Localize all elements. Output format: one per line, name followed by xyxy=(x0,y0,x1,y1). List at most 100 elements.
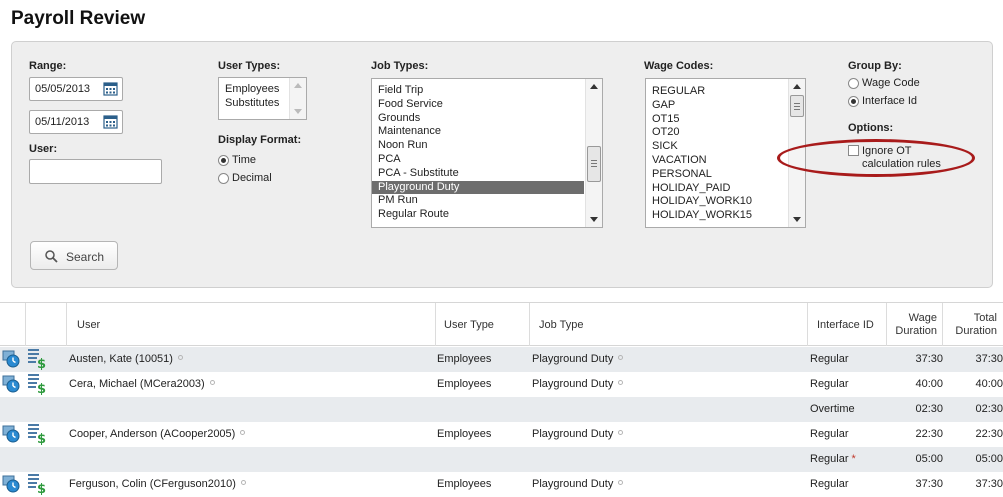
list-item[interactable]: Grounds xyxy=(372,112,584,126)
table-row[interactable]: $ Cera, Michael (MCera2003) Employees Playg… xyxy=(0,372,1003,397)
table-row[interactable]: Regular * 05:00 05:00 xyxy=(0,447,1003,472)
interface-id-text: Overtime xyxy=(810,403,855,415)
info-dot-icon[interactable] xyxy=(240,430,246,435)
interface-id-text: Regular xyxy=(810,378,849,390)
job-types-list[interactable]: Field Trip Food Service Grounds Maintena… xyxy=(371,78,603,228)
header-total-duration[interactable]: Total Duration xyxy=(943,303,1003,346)
list-item[interactable]: GAP xyxy=(646,99,787,113)
list-item[interactable]: PCA xyxy=(372,153,584,167)
payroll-dollar-icon[interactable]: $ xyxy=(27,373,47,395)
scroll-up-icon[interactable] xyxy=(294,83,302,88)
payroll-dollar-icon[interactable]: $ xyxy=(27,348,47,370)
header-job-type[interactable]: Job Type xyxy=(530,303,808,346)
calendar-icon[interactable] xyxy=(103,81,118,96)
cell-job-type: Playground Duty xyxy=(532,378,624,390)
cell-user[interactable]: Austen, Kate (10051) xyxy=(69,353,183,365)
scrollbar[interactable] xyxy=(585,79,602,227)
job-type-text: Playground Duty xyxy=(532,353,614,365)
cell-user-type: Employees xyxy=(437,478,492,490)
list-item[interactable]: OT15 xyxy=(646,113,787,127)
radio-icon[interactable] xyxy=(848,95,859,107)
info-dot-icon[interactable] xyxy=(209,380,215,385)
cell-user[interactable]: Cera, Michael (MCera2003) xyxy=(69,378,215,390)
payroll-dollar-icon[interactable]: $ xyxy=(27,473,47,495)
scroll-down-icon[interactable] xyxy=(590,217,598,222)
scroll-thumb[interactable] xyxy=(587,146,601,182)
scroll-down-icon[interactable] xyxy=(793,217,801,222)
list-item[interactable]: PCA - Substitute xyxy=(372,167,584,181)
header-wage-duration-line2: Duration xyxy=(895,324,937,337)
scroll-up-icon[interactable] xyxy=(590,84,598,89)
list-item[interactable]: PERSONAL xyxy=(646,168,787,182)
list-item[interactable]: Substitutes xyxy=(219,97,288,111)
radio-icon[interactable] xyxy=(218,172,229,184)
group-by-interface-id[interactable]: Interface Id xyxy=(848,95,917,107)
search-button[interactable]: Search xyxy=(30,241,118,270)
calendar-icon[interactable] xyxy=(103,114,118,129)
cell-user-type: Employees xyxy=(437,428,492,440)
cell-user[interactable]: Ferguson, Colin (CFerguson2010) xyxy=(69,478,246,490)
svg-text:$: $ xyxy=(37,357,46,370)
list-item[interactable]: Regular Route xyxy=(372,208,584,222)
range-label: Range: xyxy=(29,60,67,72)
list-item[interactable]: Noon Run xyxy=(372,139,584,153)
list-item[interactable]: SICK xyxy=(646,140,787,154)
info-dot-icon[interactable] xyxy=(177,355,183,360)
list-item[interactable]: HOLIDAY_WORK10 xyxy=(646,195,787,209)
radio-icon[interactable] xyxy=(218,154,229,166)
list-item[interactable]: HOLIDAY_PAID xyxy=(646,182,787,196)
job-type-text: Playground Duty xyxy=(532,378,614,390)
cell-total-duration: 37:30 xyxy=(975,478,1003,490)
user-name[interactable]: Austen, Kate (10051) xyxy=(69,353,173,365)
header-user-type[interactable]: User Type xyxy=(436,303,530,346)
end-date-input[interactable]: 05/11/2013 xyxy=(29,110,123,134)
list-item[interactable]: PM Run xyxy=(372,194,584,208)
list-item[interactable]: Field Trip xyxy=(372,84,584,98)
list-item[interactable]: VACATION xyxy=(646,154,787,168)
user-name[interactable]: Cooper, Anderson (ACooper2005) xyxy=(69,428,235,440)
timecard-clock-icon[interactable] xyxy=(2,350,21,369)
header-wage-duration[interactable]: Wage Duration xyxy=(887,303,943,346)
info-dot-icon[interactable] xyxy=(618,380,624,385)
user-label: User: xyxy=(29,143,58,155)
header-interface-id[interactable]: Interface ID xyxy=(808,303,887,346)
scroll-thumb[interactable] xyxy=(790,95,804,117)
scroll-up-icon[interactable] xyxy=(793,84,801,89)
display-format-decimal[interactable]: Decimal xyxy=(218,172,272,184)
header-user[interactable]: User xyxy=(67,303,436,346)
cell-total-duration: 40:00 xyxy=(975,378,1003,390)
timecard-clock-icon[interactable] xyxy=(2,375,21,394)
list-item[interactable]: Food Service xyxy=(372,98,584,112)
list-item[interactable]: Maintenance xyxy=(372,125,584,139)
table-row[interactable]: Overtime 02:30 02:30 xyxy=(0,397,1003,422)
table-row[interactable]: $ Cooper, Anderson (ACooper2005) Employees… xyxy=(0,422,1003,447)
cell-wage-duration: 05:00 xyxy=(915,453,943,465)
table-row[interactable]: $ Austen, Kate (10051) Employees Playground… xyxy=(0,347,1003,372)
list-item[interactable]: OT20 xyxy=(646,126,787,140)
cell-user[interactable]: Cooper, Anderson (ACooper2005) xyxy=(69,428,246,440)
scroll-down-icon[interactable] xyxy=(294,109,302,114)
user-name[interactable]: Cera, Michael (MCera2003) xyxy=(69,378,205,390)
info-dot-icon[interactable] xyxy=(618,355,624,360)
start-date-input[interactable]: 05/05/2013 xyxy=(29,77,123,101)
user-input[interactable] xyxy=(29,159,162,184)
user-types-list[interactable]: Employees Substitutes xyxy=(218,77,307,120)
payroll-dollar-icon[interactable]: $ xyxy=(27,423,47,445)
header-total-duration-line1: Total xyxy=(973,311,997,324)
table-row[interactable]: $ Ferguson, Colin (CFerguson2010) Employee… xyxy=(0,472,1003,497)
user-name[interactable]: Ferguson, Colin (CFerguson2010) xyxy=(69,478,236,490)
header-wage-duration-line1: Wage xyxy=(908,311,937,324)
group-by-wage-code[interactable]: Wage Code xyxy=(848,77,920,89)
cell-wage-duration: 37:30 xyxy=(915,353,943,365)
timecard-clock-icon[interactable] xyxy=(2,475,21,494)
radio-icon[interactable] xyxy=(848,77,859,89)
list-item[interactable]: REGULAR xyxy=(646,85,787,99)
list-item[interactable]: HOLIDAY_WORK15 xyxy=(646,209,787,223)
display-format-time[interactable]: Time xyxy=(218,154,256,166)
timecard-clock-icon[interactable] xyxy=(2,425,21,444)
list-item-selected[interactable]: Playground Duty xyxy=(372,180,584,195)
list-item[interactable]: Employees xyxy=(219,83,288,97)
info-dot-icon[interactable] xyxy=(618,430,624,435)
scrollbar[interactable] xyxy=(289,78,306,119)
job-types-label: Job Types: xyxy=(371,60,429,72)
